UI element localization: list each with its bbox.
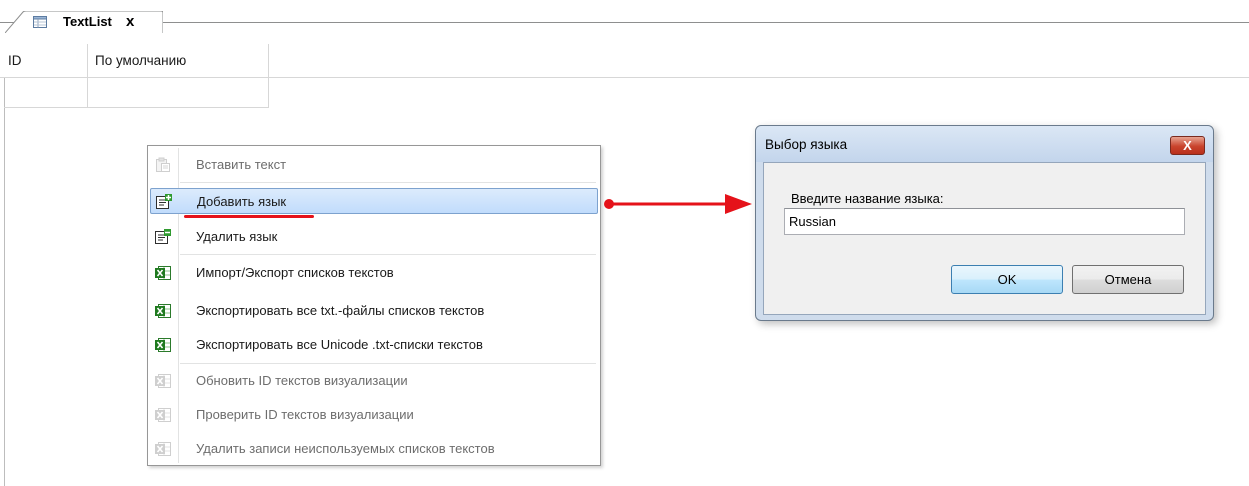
editor-tab-strip: TextList x <box>0 0 1249 33</box>
menu-item-check-ids[interactable]: Проверить ID текстов визуализации <box>150 402 598 428</box>
excel-icon <box>155 374 171 388</box>
menu-item-label: Экспортировать все Unicode .txt-списки т… <box>196 337 483 352</box>
excel-icon <box>155 266 171 280</box>
ok-button[interactable]: OK <box>951 265 1063 294</box>
menu-item-label: Проверить ID текстов визуализации <box>196 407 414 422</box>
column-header-default[interactable]: По умолчанию <box>88 44 269 77</box>
menu-item-label: Удалить язык <box>196 229 278 244</box>
context-menu: Вставить текст Добавить язык Удалить язы… <box>147 145 601 466</box>
remove-language-icon <box>155 229 171 244</box>
language-dialog: Выбор языка X Введите название языка: OK… <box>755 125 1214 321</box>
menu-item-export-unicode[interactable]: Экспортировать все Unicode .txt-списки т… <box>150 332 598 358</box>
screenshot-root: TextList x ID По умолчанию Вставить текс… <box>0 0 1249 486</box>
table-icon <box>33 16 47 28</box>
menu-item-update-ids[interactable]: Обновить ID текстов визуализации <box>150 368 598 394</box>
menu-item-remove-language[interactable]: Удалить язык <box>150 224 598 250</box>
menu-item-remove-unused[interactable]: Удалить записи неиспользуемых списков те… <box>150 436 598 462</box>
menu-item-label: Экспортировать все txt.-файлы списков те… <box>196 303 485 318</box>
excel-icon <box>155 408 171 422</box>
menu-item-label: Вставить текст <box>196 157 287 172</box>
menu-item-import-export[interactable]: Импорт/Экспорт списков текстов <box>150 260 598 286</box>
table-cell-id[interactable] <box>4 78 88 107</box>
tab-label: TextList <box>63 14 112 29</box>
language-name-input[interactable] <box>784 208 1185 235</box>
column-header-id[interactable]: ID <box>4 44 88 77</box>
menu-item-label: Импорт/Экспорт списков текстов <box>196 265 394 280</box>
dialog-title: Выбор языка <box>765 137 848 152</box>
table-header: ID По умолчанию <box>0 44 1249 78</box>
add-language-icon <box>156 194 172 209</box>
dialog-body: Введите название языка: OK Отмена <box>763 162 1206 315</box>
excel-icon <box>155 304 171 318</box>
language-name-label: Введите название языка: <box>791 191 944 206</box>
menu-separator <box>180 182 596 183</box>
tab-textlist[interactable]: TextList x <box>5 11 163 33</box>
dialog-titlebar[interactable]: Выбор языка X <box>756 126 1213 162</box>
tab-close-icon[interactable]: x <box>126 13 134 30</box>
menu-item-label: Удалить записи неиспользуемых списков те… <box>196 441 495 456</box>
menu-item-add-language[interactable]: Добавить язык <box>150 188 598 214</box>
excel-icon <box>155 442 171 456</box>
cancel-button[interactable]: Отмена <box>1072 265 1184 294</box>
menu-item-export-txt[interactable]: Экспортировать все txt.-файлы списков те… <box>150 298 598 324</box>
right-arrow-icon <box>604 194 752 214</box>
annotation-underline <box>184 215 314 218</box>
grid-left-border <box>4 44 5 486</box>
menu-separator <box>180 363 596 364</box>
dialog-close-button[interactable]: X <box>1170 136 1205 155</box>
table-cell-default[interactable] <box>88 78 269 107</box>
menu-separator <box>180 254 596 255</box>
menu-item-label: Добавить язык <box>197 194 287 209</box>
menu-item-label: Обновить ID текстов визуализации <box>196 373 408 388</box>
table-row[interactable] <box>4 78 269 108</box>
menu-item-insert-text[interactable]: Вставить текст <box>150 152 598 178</box>
excel-icon <box>155 338 171 352</box>
paste-text-icon <box>156 157 170 172</box>
